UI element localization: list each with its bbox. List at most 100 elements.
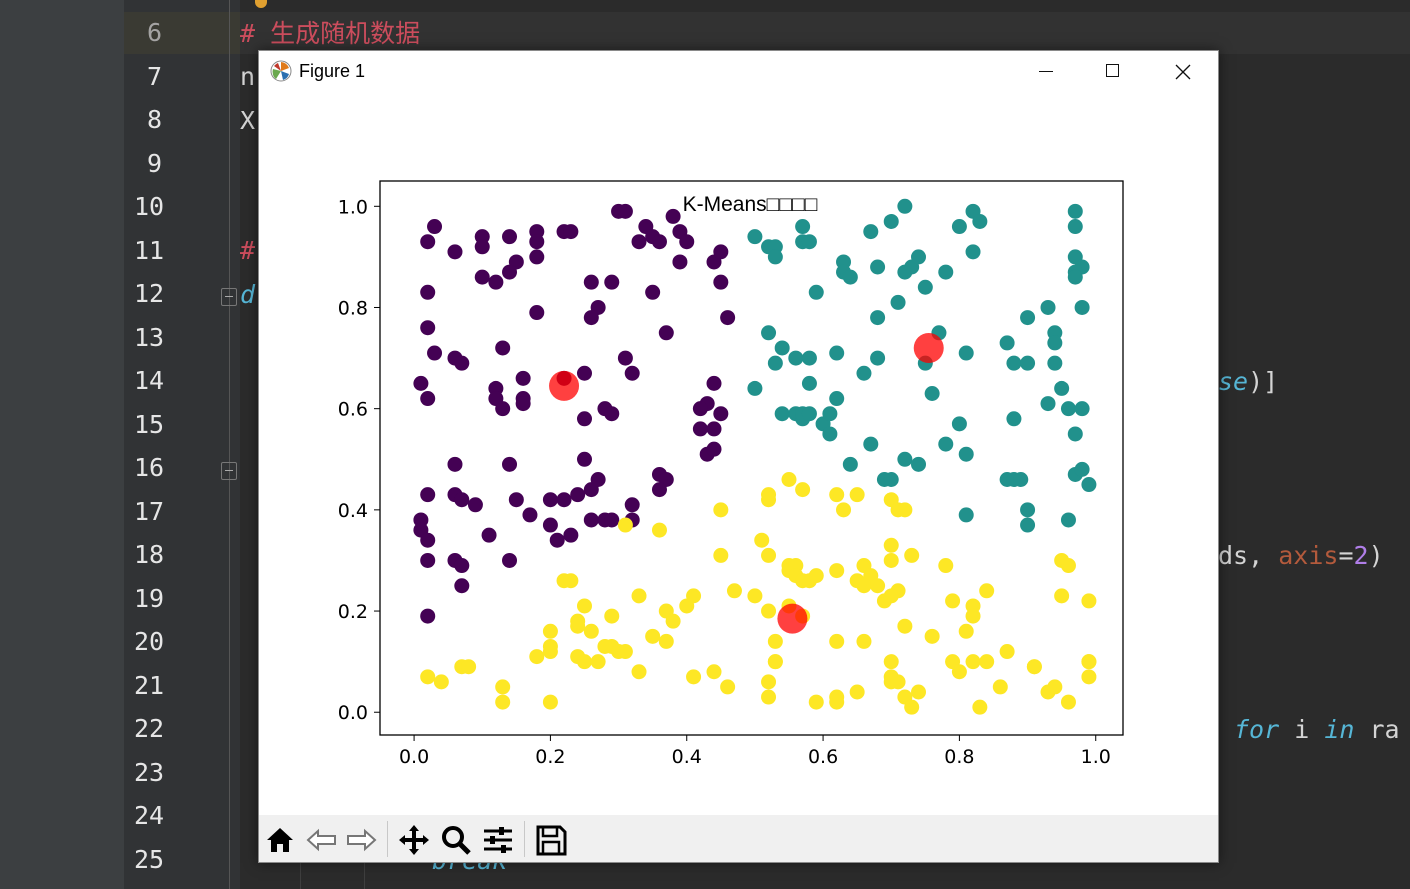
data-point: [481, 527, 497, 543]
forward-arrow-icon[interactable]: [344, 823, 378, 857]
data-point: [972, 699, 988, 715]
data-point: [672, 254, 688, 270]
save-floppy-icon[interactable]: [534, 823, 568, 857]
data-point: [563, 573, 579, 589]
maximize-icon: [1106, 64, 1119, 77]
data-point: [904, 699, 920, 715]
data-point: [1047, 355, 1063, 371]
data-point: [965, 654, 981, 670]
data-point: [951, 664, 967, 680]
code-fragment: X: [240, 106, 256, 135]
data-point: [502, 229, 518, 245]
data-point: [651, 234, 667, 250]
lightbulb-icon[interactable]: [255, 0, 267, 8]
data-point: [883, 654, 899, 670]
data-point: [1020, 517, 1036, 533]
back-arrow-icon[interactable]: [305, 823, 339, 857]
close-button[interactable]: [1149, 51, 1217, 93]
figure-canvas[interactable]: K-Means□□□□ 0.0 0.0 0.2 0.2 0.4 0.4 0.6 0.6 0.8 0…: [259, 93, 1218, 815]
line-number: 11: [134, 235, 165, 265]
data-point: [576, 451, 592, 467]
data-point: [965, 244, 981, 260]
figure-window[interactable]: Figure 1 K-Means□□□□ 0.0 0.0 0.2 0.2 0.4 0.4 0…: [258, 50, 1219, 863]
data-point: [454, 558, 470, 574]
minimize-button[interactable]: [1011, 51, 1079, 93]
centroid-marker: [549, 370, 580, 401]
data-point: [515, 370, 531, 386]
data-point: [754, 532, 770, 548]
data-point: [549, 532, 565, 548]
centroid-marker: [913, 332, 944, 363]
data-point: [1081, 654, 1097, 670]
pan-move-icon[interactable]: [397, 823, 431, 857]
code-number: 2: [1353, 541, 1369, 570]
maximize-button[interactable]: [1079, 51, 1147, 93]
data-point: [767, 633, 783, 649]
window-titlebar[interactable]: Figure 1: [259, 51, 1218, 93]
data-point: [529, 234, 545, 250]
code-comment: # 生成随机数据: [240, 19, 421, 48]
data-point: [829, 563, 845, 579]
data-point: [1047, 335, 1063, 351]
fold-icon[interactable]: [221, 288, 237, 306]
data-point: [515, 396, 531, 412]
data-point: [1013, 472, 1029, 488]
data-point: [542, 492, 558, 508]
data-point: [822, 426, 838, 442]
data-point: [897, 451, 913, 467]
code-fragment: ds,: [1218, 541, 1279, 570]
data-point: [863, 436, 879, 452]
data-point: [658, 633, 674, 649]
line-number: 8: [147, 105, 163, 134]
line-number: 16: [134, 453, 165, 482]
data-point: [1067, 203, 1083, 219]
data-point: [1026, 659, 1042, 675]
data-point: [651, 522, 667, 538]
data-point: [645, 284, 661, 300]
data-point: [883, 588, 899, 604]
data-point: [467, 497, 483, 513]
data-point: [1040, 396, 1056, 412]
fold-icon[interactable]: [221, 462, 237, 480]
data-point: [897, 198, 913, 214]
code-line-18: ds, axis=2): [1218, 541, 1384, 571]
scatter-chart[interactable]: K-Means□□□□ 0.00.00.20.20.40.40.60.60.80…: [259, 93, 1218, 815]
data-point: [1040, 299, 1056, 315]
data-point: [617, 644, 633, 660]
data-point: [1006, 355, 1022, 371]
data-point: [631, 234, 647, 250]
data-point: [1020, 502, 1036, 518]
data-point: [1060, 401, 1076, 417]
data-point: [502, 264, 518, 280]
x-tick-label: 0.6: [808, 746, 838, 768]
centroid-marker: [777, 603, 808, 634]
data-point: [713, 547, 729, 563]
data-point: [420, 234, 436, 250]
data-point: [583, 623, 599, 639]
data-point: [706, 664, 722, 680]
window-title: Figure 1: [299, 61, 366, 81]
code-fragment: n: [240, 62, 256, 91]
x-tick-label: 0.2: [535, 746, 565, 768]
data-point: [713, 502, 729, 518]
zoom-magnifier-icon[interactable]: [439, 823, 473, 857]
data-point: [665, 613, 681, 629]
data-point: [801, 375, 817, 391]
data-point: [829, 487, 845, 503]
code-fragment: se)]: [1218, 367, 1278, 397]
matplotlib-app-icon: [270, 60, 292, 82]
data-point: [1074, 461, 1090, 477]
data-point: [576, 411, 592, 427]
indent-guide: [364, 860, 365, 889]
data-point: [495, 340, 511, 356]
data-point: [958, 623, 974, 639]
home-icon[interactable]: [263, 823, 297, 857]
data-point: [1081, 669, 1097, 685]
data-point: [658, 325, 674, 341]
configure-subplots-icon[interactable]: [481, 823, 515, 857]
data-point: [999, 644, 1015, 660]
data-point: [972, 213, 988, 229]
plot-layer: 0.0 0.0 0.2 0.2 0.4 0.4 0.6 0.6 0.8 0.8 1.0 1.0: [338, 180, 1124, 768]
data-point: [597, 638, 613, 654]
data-point: [808, 694, 824, 710]
